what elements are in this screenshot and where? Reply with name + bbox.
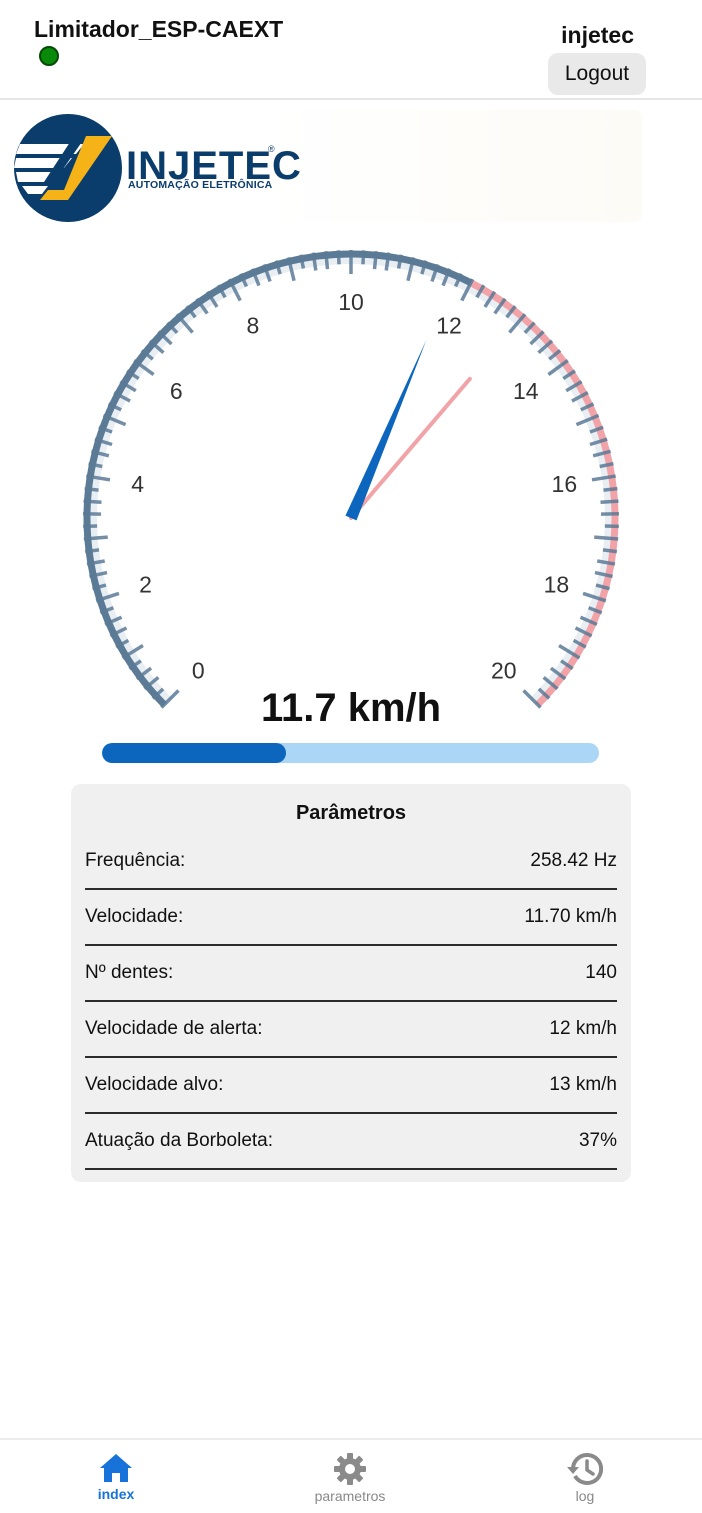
- gauge-tick: [84, 548, 100, 554]
- param-row-teeth: Nº dentes: 140: [85, 946, 617, 1002]
- gauge-label: 4: [131, 471, 144, 497]
- gauge-tick: [600, 499, 619, 505]
- device-name: Limitador_ESP-CAEXT: [34, 16, 284, 42]
- param-row-target-speed: Velocidade alvo: 13 km/h: [85, 1058, 617, 1114]
- param-value: 140: [585, 962, 617, 983]
- gauge-normal-arc: [83, 250, 473, 708]
- target-speed-needle: [349, 376, 472, 520]
- gauge-label: 12: [436, 313, 462, 339]
- param-label: Nº dentes:: [85, 962, 174, 983]
- speed-gauge: 0 2 4 6 8 10 12 14 16 18 20: [83, 250, 619, 709]
- nav-item-index[interactable]: index: [51, 1440, 181, 1513]
- gauge-label: 18: [544, 572, 570, 598]
- home-icon: [100, 1454, 132, 1482]
- param-label: Atuação da Borboleta:: [85, 1130, 274, 1151]
- speed-readout: 11.7 km/h: [260, 686, 442, 730]
- param-label: Velocidade alvo:: [85, 1074, 224, 1095]
- company-logo-banner: INJETEC ® AUTOMAÇÃO ELETRÔNICA: [12, 110, 642, 222]
- current-speed-needle: [345, 340, 427, 521]
- param-row-speed: Velocidade: 11.70 km/h: [85, 890, 617, 946]
- param-row-throttle: Atuação da Borboleta: 37%: [85, 1114, 617, 1170]
- nav-label: parametros: [314, 1488, 386, 1504]
- gauge-label: 0: [192, 658, 205, 684]
- param-value: 11.70 km/h: [524, 906, 617, 927]
- param-row-alert-speed: Velocidade de alerta: 12 km/h: [85, 1002, 617, 1058]
- param-value: 12 km/h: [549, 1018, 617, 1039]
- gauge-label: 16: [552, 471, 578, 497]
- gear-icon: [334, 1453, 366, 1485]
- gauge-tick: [602, 548, 618, 554]
- param-value: 37%: [578, 1130, 617, 1151]
- history-icon: [567, 1452, 603, 1485]
- gauge-tick: [372, 251, 378, 270]
- gauge-tick: [83, 499, 102, 505]
- param-label: Velocidade de alerta:: [85, 1018, 263, 1039]
- gauge-tick: [594, 535, 619, 541]
- param-value: 258.42 Hz: [530, 850, 617, 871]
- gauge-tick: [336, 250, 341, 265]
- gauge-tick: [324, 251, 330, 270]
- injetec-logo-icon: [14, 114, 122, 222]
- throttle-progress-bar: [102, 743, 599, 763]
- nav-label: log: [575, 1488, 595, 1504]
- gauge-label: 20: [491, 658, 517, 684]
- gauge-label: 8: [247, 313, 260, 339]
- username: injetec: [561, 22, 634, 48]
- nav-label: index: [97, 1486, 135, 1502]
- gauge-tick: [603, 486, 618, 492]
- nav-item-parametros[interactable]: parametros: [285, 1440, 415, 1513]
- throttle-progress-fill: [102, 743, 286, 763]
- param-label: Frequência:: [85, 850, 186, 871]
- bottom-navigation: index parametros log: [0, 1438, 702, 1513]
- app-header: Limitador_ESP-CAEXT injetec Logout: [0, 0, 702, 100]
- gauge-label: 6: [170, 378, 183, 404]
- gauge-tick: [83, 535, 108, 541]
- registered-mark: ®: [268, 144, 275, 154]
- gauge-label: 10: [338, 289, 364, 315]
- param-row-frequency: Frequência: 258.42 Hz: [85, 834, 617, 890]
- brand-subtitle: AUTOMAÇÃO ELETRÔNICA: [128, 179, 273, 191]
- logout-button[interactable]: Logout: [548, 53, 646, 95]
- gauge-label: 2: [139, 572, 152, 598]
- parameters-title: Parâmetros: [295, 802, 407, 824]
- gauge-label: 14: [513, 378, 539, 404]
- param-label: Velocidade:: [85, 906, 184, 927]
- gauge-tick: [84, 486, 99, 492]
- param-value: 13 km/h: [549, 1074, 617, 1095]
- gauge-tick: [361, 250, 366, 265]
- nav-item-log[interactable]: log: [520, 1440, 650, 1513]
- connection-status-indicator: [39, 46, 59, 66]
- parameters-panel: Parâmetros Frequência: 258.42 Hz Velocid…: [71, 784, 631, 1182]
